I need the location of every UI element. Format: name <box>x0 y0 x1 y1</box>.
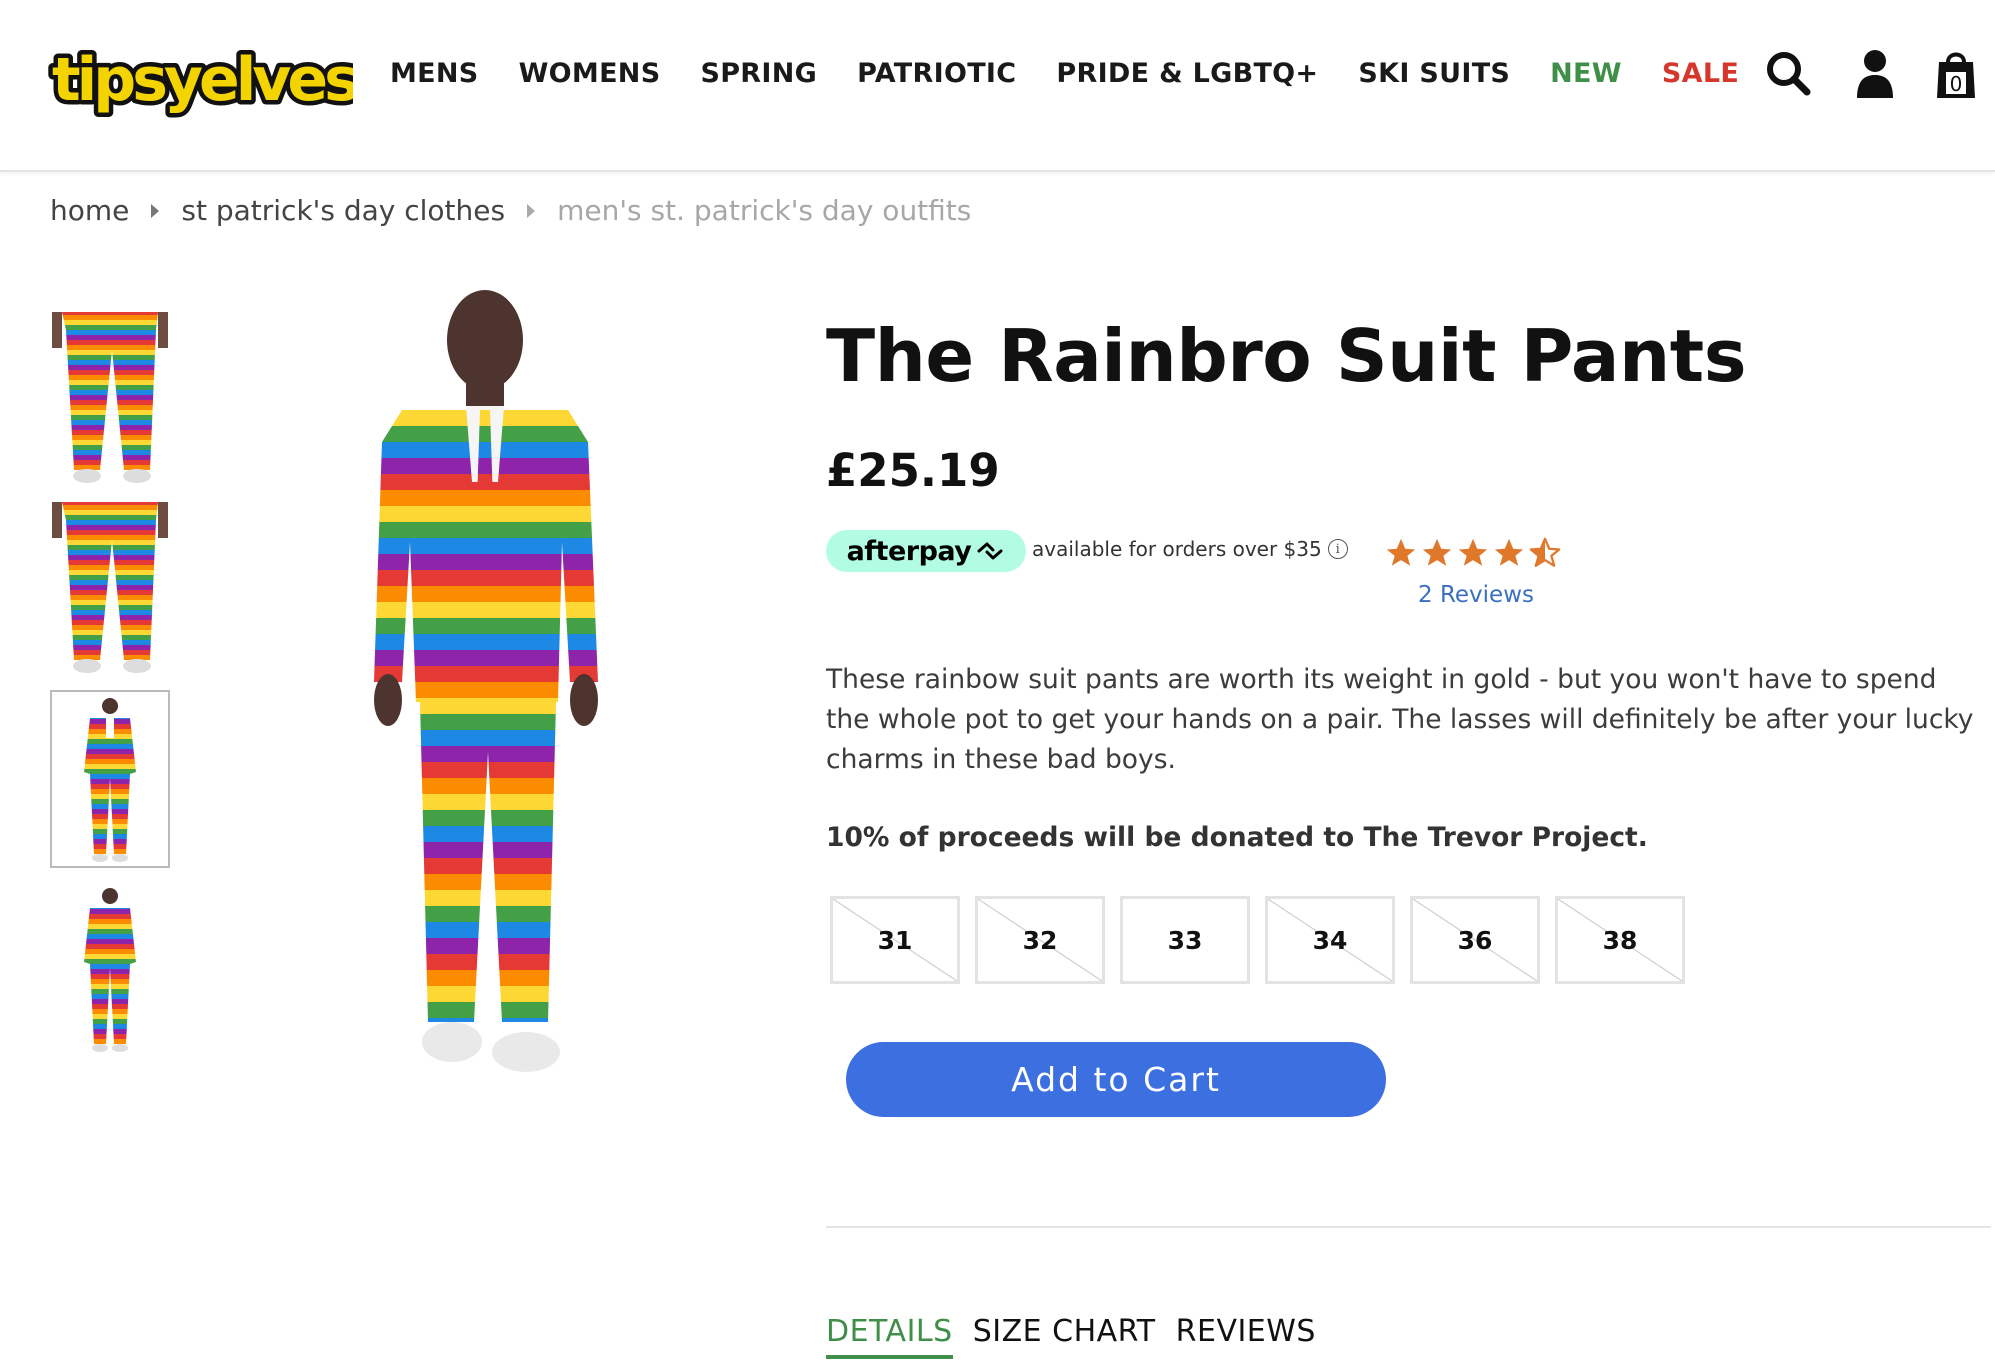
star-full-icon <box>1458 538 1488 566</box>
star-full-icon <box>1494 538 1524 566</box>
size-option-33[interactable]: 33 <box>1120 896 1250 984</box>
afterpay-logo-icon <box>977 542 1003 560</box>
star-full-icon <box>1386 538 1416 566</box>
afterpay-label: afterpay <box>846 535 972 567</box>
main-nav: MENS WOMENS SPRING PATRIOTIC PRIDE & LGB… <box>390 58 1779 89</box>
product-main-image[interactable] <box>330 282 660 1092</box>
breadcrumb-home[interactable]: home <box>50 194 129 227</box>
nav-item-womens[interactable]: WOMENS <box>519 58 661 89</box>
reviews-link[interactable]: 2 Reviews <box>1418 582 1534 608</box>
brand-logo[interactable]: tipsyelves tipsyelves <box>48 34 353 124</box>
chevron-right-icon <box>527 203 536 218</box>
size-label: 38 <box>1602 925 1638 955</box>
account-icon[interactable] <box>1855 48 1895 102</box>
size-option-38[interactable]: 38 <box>1555 896 1685 984</box>
tab-size-chart[interactable]: SIZE CHART <box>973 1314 1156 1359</box>
nav-item-pride[interactable]: PRIDE & LGBTQ+ <box>1056 58 1318 89</box>
add-to-cart-button[interactable]: Add to Cart <box>846 1042 1386 1117</box>
product-title: The Rainbro Suit Pants <box>826 314 1747 398</box>
logo-mark: tipsyelves tipsyelves <box>48 41 353 120</box>
star-full-icon <box>1422 538 1452 566</box>
search-icon[interactable] <box>1765 50 1811 100</box>
size-selector: 31 32 33 34 36 38 <box>830 896 1700 984</box>
size-option-36[interactable]: 36 <box>1410 896 1540 984</box>
thumbnail-list <box>50 310 170 1070</box>
size-option-31[interactable]: 31 <box>830 896 960 984</box>
nav-item-patriotic[interactable]: PATRIOTIC <box>857 58 1016 89</box>
breadcrumb-st-patricks[interactable]: st patrick's day clothes <box>181 194 505 227</box>
thumb-full-suit-back[interactable] <box>50 880 170 1058</box>
tab-reviews[interactable]: REVIEWS <box>1176 1314 1316 1359</box>
cart-count: 0 <box>1950 72 1963 96</box>
afterpay-note: available for orders over $35 i <box>1032 537 1348 561</box>
size-label: 32 <box>1022 925 1058 955</box>
nav-item-new[interactable]: NEW <box>1550 58 1622 89</box>
size-label: 36 <box>1457 925 1493 955</box>
star-half-icon <box>1529 537 1561 567</box>
nav-item-ski-suits[interactable]: SKI SUITS <box>1358 58 1510 89</box>
product-description: These rainbow suit pants are worth its w… <box>826 664 1974 775</box>
size-label: 31 <box>877 925 913 955</box>
size-label: 33 <box>1167 925 1203 955</box>
tab-details[interactable]: DETAILS <box>826 1314 953 1359</box>
size-label: 34 <box>1312 925 1348 955</box>
site-header: tipsyelves tipsyelves MENS WOMENS SPRING… <box>0 0 1995 172</box>
size-option-34[interactable]: 34 <box>1265 896 1395 984</box>
info-icon[interactable]: i <box>1327 539 1348 559</box>
nav-item-mens[interactable]: MENS <box>390 58 479 89</box>
cart-icon[interactable]: 0 <box>1935 46 1977 104</box>
size-option-32[interactable]: 32 <box>975 896 1105 984</box>
chevron-right-icon <box>151 203 160 218</box>
breadcrumb-current: men's st. patrick's day outfits <box>557 194 972 227</box>
breadcrumb: home st patrick's day clothes men's st. … <box>50 194 971 227</box>
thumb-pants-front[interactable] <box>50 310 170 488</box>
star-rating[interactable] <box>1384 536 1564 570</box>
product-tabs: DETAILS SIZE CHART REVIEWS <box>826 1314 1336 1359</box>
header-actions: 0 <box>1721 46 1977 104</box>
product-price: £25.19 <box>826 444 1000 497</box>
donation-note: 10% of proceeds will be donated to The T… <box>826 822 1648 853</box>
thumb-full-suit-front[interactable] <box>50 690 170 868</box>
nav-item-spring[interactable]: SPRING <box>700 58 817 89</box>
section-divider <box>826 1226 1991 1228</box>
afterpay-badge[interactable]: afterpay <box>826 530 1026 572</box>
afterpay-text: available for orders over $35 <box>1032 537 1322 561</box>
thumb-pants-back[interactable] <box>50 500 170 678</box>
